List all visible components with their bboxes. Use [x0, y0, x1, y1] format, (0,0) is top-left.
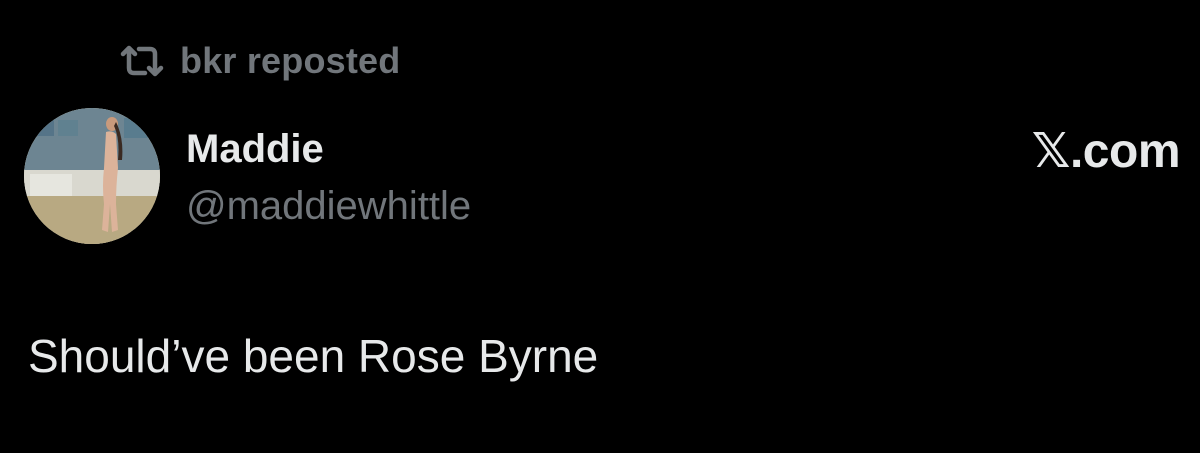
author-display-name[interactable]: Maddie [186, 124, 324, 174]
repost-indicator[interactable]: bkr reposted [118, 38, 400, 84]
author-handle[interactable]: @maddiewhittle [186, 181, 471, 231]
tweet-text: Should’ve been Rose Byrne [28, 330, 599, 382]
repost-label: bkr reposted [180, 40, 401, 81]
x-com-watermark: 𝕏.com [1031, 125, 1181, 178]
repost-icon [120, 45, 164, 77]
avatar[interactable] [24, 108, 160, 244]
